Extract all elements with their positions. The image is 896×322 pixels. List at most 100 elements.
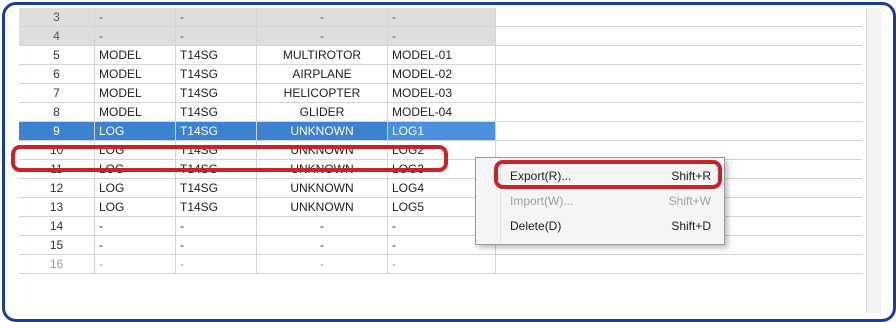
cell-type[interactable]: - xyxy=(94,254,176,274)
cell-radio[interactable]: T14SG xyxy=(175,83,257,103)
table-row[interactable]: 14- - - - xyxy=(19,216,862,236)
screenshot-frame: 3- - - -4- - - -5 MODEL T14SG MULTIROTOR MODEL-01 6… xyxy=(2,2,896,322)
cell-radio[interactable]: - xyxy=(175,254,257,274)
cell-name[interactable]: MODEL-03 xyxy=(387,83,496,103)
cell-no[interactable]: 13 xyxy=(19,197,95,217)
cell-no[interactable]: 16 xyxy=(19,254,95,274)
cell-radio[interactable]: T14SG xyxy=(175,197,257,217)
cell-type[interactable]: MODEL xyxy=(94,64,176,84)
data-table: 3- - - -4- - - -5 MODEL T14SG MULTIROTOR MODEL-01 6… xyxy=(19,8,862,274)
table-row[interactable]: 8 MODEL T14SG GLIDER MODEL-04 xyxy=(19,102,862,122)
cell-empty xyxy=(495,102,862,122)
cell-no[interactable]: 5 xyxy=(19,45,95,65)
context-menu-icon-column xyxy=(476,158,501,244)
cell-type[interactable]: - xyxy=(94,8,176,27)
cell-type[interactable]: MODEL xyxy=(94,83,176,103)
model-data-list: 3- - - -4- - - -5 MODEL T14SG MULTIROTOR MODEL-01 6… xyxy=(19,8,881,313)
table-row[interactable]: 3---- xyxy=(19,8,862,27)
cell-category[interactable]: - xyxy=(256,235,388,255)
cell-no[interactable]: 9 xyxy=(19,121,95,141)
menu-item-import[interactable]: Import(W)... Shift+W xyxy=(510,190,715,212)
cell-radio[interactable]: T14SG xyxy=(175,159,257,179)
cell-no[interactable]: 4 xyxy=(19,26,95,46)
cell-name[interactable]: MODEL-02 xyxy=(387,64,496,84)
cell-no[interactable]: 6 xyxy=(19,64,95,84)
cell-radio[interactable]: T14SG xyxy=(175,121,257,141)
cell-no[interactable]: 14 xyxy=(19,216,95,236)
menu-item-shortcut: Shift+D xyxy=(671,219,711,233)
cell-category[interactable]: AIRPLANE xyxy=(256,64,388,84)
cell-category[interactable]: - xyxy=(256,254,388,274)
cell-type[interactable]: - xyxy=(94,235,176,255)
cell-name[interactable]: LOG1 xyxy=(387,121,496,141)
cell-category[interactable]: UNKNOWN xyxy=(256,197,388,217)
cell-type[interactable]: LOG xyxy=(94,159,176,179)
cell-category[interactable]: MULTIROTOR xyxy=(256,45,388,65)
menu-item-label: Import(W)... xyxy=(510,194,574,208)
cell-type[interactable]: - xyxy=(94,26,176,46)
cell-radio[interactable]: - xyxy=(175,235,257,255)
cell-empty xyxy=(495,45,862,65)
cell-name[interactable]: - xyxy=(387,26,496,46)
cell-no[interactable]: 11 xyxy=(19,159,95,179)
menu-item-label: Export(R)... xyxy=(510,169,572,183)
cell-no[interactable]: 10 xyxy=(19,140,95,160)
cell-category[interactable]: - xyxy=(256,26,388,46)
table-row[interactable]: 5 MODEL T14SG MULTIROTOR MODEL-01 xyxy=(19,45,862,65)
cell-category[interactable]: - xyxy=(256,8,388,27)
context-menu: Export(R)... Shift+R Import(W)... Shift+… xyxy=(475,157,725,245)
menu-item-export[interactable]: Export(R)... Shift+R xyxy=(510,165,715,187)
cell-name[interactable]: MODEL-04 xyxy=(387,102,496,122)
cell-empty xyxy=(495,254,862,274)
cell-category[interactable]: HELICOPTER xyxy=(256,83,388,103)
table-row[interactable]: 12 LOG T14SG UNKNOWN LOG4 xyxy=(19,178,862,198)
cell-category[interactable]: UNKNOWN xyxy=(256,159,388,179)
menu-item-label: Delete(D) xyxy=(510,219,562,233)
menu-item-shortcut: Shift+R xyxy=(671,169,711,183)
cell-type[interactable]: MODEL xyxy=(94,45,176,65)
cell-category[interactable]: UNKNOWN xyxy=(256,140,388,160)
cell-empty xyxy=(495,121,862,141)
cell-type[interactable]: - xyxy=(94,216,176,236)
table-row[interactable]: 11 LOG T14SG UNKNOWN LOG3 xyxy=(19,159,862,179)
table-row[interactable]: 7 MODEL T14SG HELICOPTER MODEL-03 xyxy=(19,83,862,103)
table-row[interactable]: 9 LOG T14SG UNKNOWN LOG1 xyxy=(19,121,862,141)
cell-type[interactable]: LOG xyxy=(94,140,176,160)
table-row[interactable]: 16- - - - xyxy=(19,254,862,274)
cell-empty xyxy=(495,8,862,27)
cell-radio[interactable]: - xyxy=(175,8,257,27)
cell-category[interactable]: UNKNOWN xyxy=(256,178,388,198)
table-row[interactable]: 10 LOG T14SG UNKNOWN LOG2 xyxy=(19,140,862,160)
cell-radio[interactable]: - xyxy=(175,26,257,46)
cell-type[interactable]: LOG xyxy=(94,197,176,217)
cell-radio[interactable]: T14SG xyxy=(175,64,257,84)
menu-item-delete[interactable]: Delete(D) Shift+D xyxy=(510,215,715,237)
cell-radio[interactable]: T14SG xyxy=(175,178,257,198)
cell-empty xyxy=(495,83,862,103)
table-row[interactable]: 13 LOG T14SG UNKNOWN LOG5 xyxy=(19,197,862,217)
table-row[interactable]: 15- - - - xyxy=(19,235,862,255)
cell-category[interactable]: - xyxy=(256,216,388,236)
cell-category[interactable]: GLIDER xyxy=(256,102,388,122)
cell-no[interactable]: 12 xyxy=(19,178,95,198)
cell-radio[interactable]: T14SG xyxy=(175,45,257,65)
cell-empty xyxy=(495,64,862,84)
table-row[interactable]: 6 MODEL T14SG AIRPLANE MODEL-02 xyxy=(19,64,862,84)
cell-name[interactable]: MODEL-01 xyxy=(387,45,496,65)
cell-category[interactable]: UNKNOWN xyxy=(256,121,388,141)
cell-no[interactable]: 3 xyxy=(19,8,95,27)
cell-no[interactable]: 15 xyxy=(19,235,95,255)
vertical-scrollbar[interactable] xyxy=(866,8,881,313)
cell-type[interactable]: MODEL xyxy=(94,102,176,122)
cell-radio[interactable]: - xyxy=(175,216,257,236)
cell-radio[interactable]: T14SG xyxy=(175,140,257,160)
cell-no[interactable]: 7 xyxy=(19,83,95,103)
cell-name[interactable]: - xyxy=(387,254,496,274)
table-row[interactable]: 4---- xyxy=(19,26,862,46)
cell-radio[interactable]: T14SG xyxy=(175,102,257,122)
cell-name[interactable]: - xyxy=(387,8,496,27)
cell-type[interactable]: LOG xyxy=(94,121,176,141)
cell-no[interactable]: 8 xyxy=(19,102,95,122)
menu-item-shortcut: Shift+W xyxy=(668,194,711,208)
cell-type[interactable]: LOG xyxy=(94,178,176,198)
